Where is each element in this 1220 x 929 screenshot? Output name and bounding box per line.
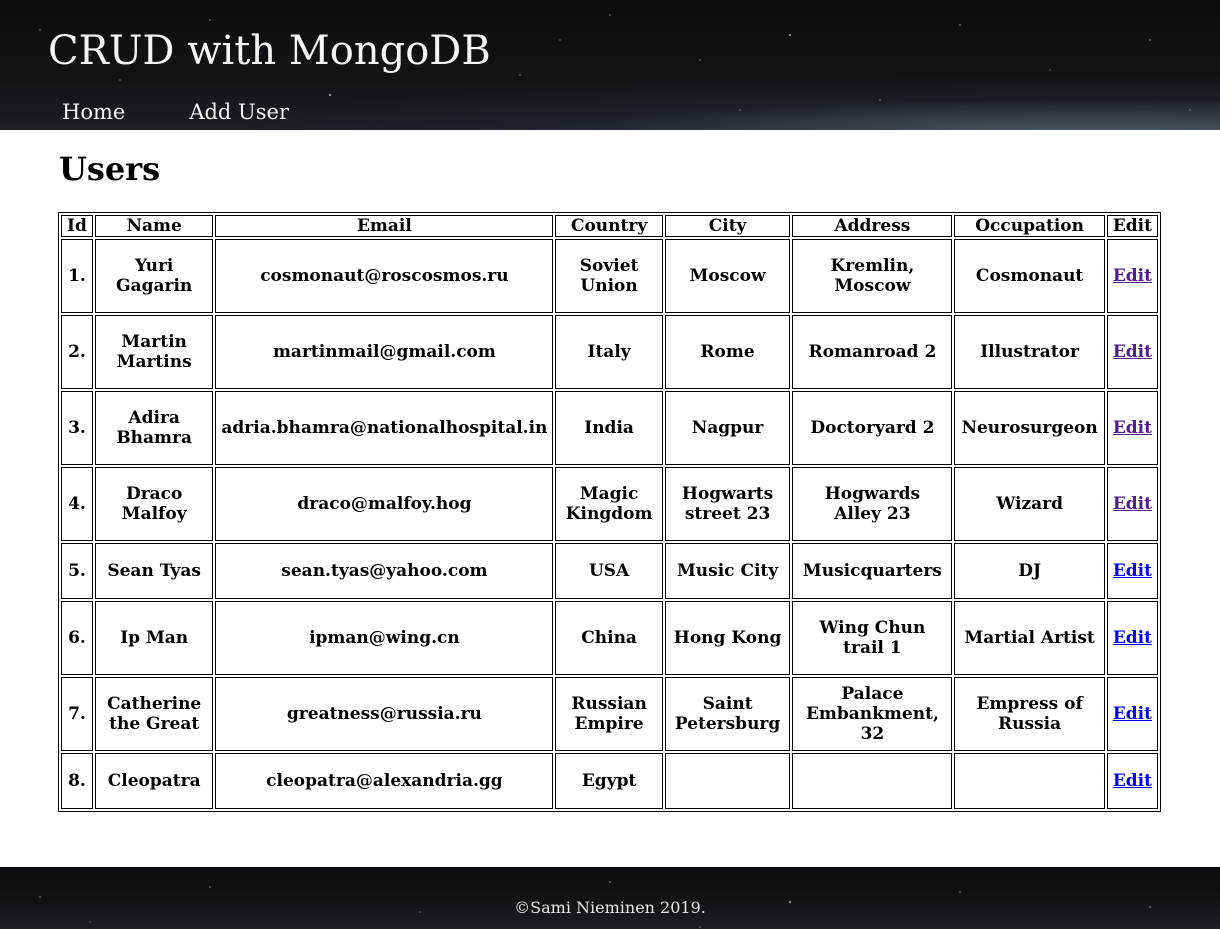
table-row: 8. Cleopatra cleopatra@alexandria.gg Egypt E…: [61, 753, 1158, 809]
user-occupation-cell: Cosmonaut: [954, 239, 1105, 313]
table-row: 5. Sean Tyas sean.tyas@yahoo.com USA Music C…: [61, 543, 1158, 599]
user-name-cell: Sean Tyas: [94, 543, 214, 599]
user-occupation-cell: Neurosurgeon: [954, 391, 1105, 465]
table-row: 7. Catherine the Great greatness@russia.ru…: [61, 677, 1158, 751]
user-occupation-cell: Wizard: [954, 467, 1105, 541]
column-header-address: Address: [792, 215, 953, 237]
user-country-cell: Russian Empire: [555, 677, 663, 751]
user-id-cell: 8.: [61, 753, 93, 809]
edit-user-link[interactable]: Edit: [1113, 561, 1152, 581]
user-edit-cell: Edit: [1106, 239, 1158, 313]
user-id-cell: 5.: [61, 543, 93, 599]
user-id-cell: 6.: [61, 601, 93, 675]
user-email-cell: greatness@russia.ru: [215, 677, 554, 751]
user-city-cell: Nagpur: [664, 391, 791, 465]
column-header-id: Id: [61, 215, 93, 237]
column-header-email: Email: [215, 215, 554, 237]
user-address-cell: Doctoryard 2: [792, 391, 953, 465]
user-occupation-cell: [954, 753, 1105, 809]
edit-user-link[interactable]: Edit: [1113, 704, 1152, 724]
table-row: 2. Martin Martins martinmail@gmail.com Ital…: [61, 315, 1158, 389]
user-address-cell: Wing Chun trail 1: [792, 601, 953, 675]
column-header-name: Name: [94, 215, 214, 237]
table-row: 6. Ip Man ipman@wing.cn China Hong Kong Wing …: [61, 601, 1158, 675]
user-name-cell: Yuri Gagarin: [94, 239, 214, 313]
user-occupation-cell: Martial Artist: [954, 601, 1105, 675]
table-row: 3. Adira Bhamra adria.bhamra@nationalhospi…: [61, 391, 1158, 465]
table-row: 4. Draco Malfoy draco@malfoy.hog Magic King…: [61, 467, 1158, 541]
user-name-cell: Adira Bhamra: [94, 391, 214, 465]
table-header-row: Id Name Email Country City Address Occup…: [61, 215, 1158, 237]
user-edit-cell: Edit: [1106, 753, 1158, 809]
user-country-cell: USA: [555, 543, 663, 599]
user-name-cell: Draco Malfoy: [94, 467, 214, 541]
edit-user-link[interactable]: Edit: [1113, 418, 1152, 438]
nav-home-link[interactable]: Home: [62, 100, 125, 124]
user-country-cell: India: [555, 391, 663, 465]
user-city-cell: Saint Petersburg: [664, 677, 791, 751]
user-email-cell: sean.tyas@yahoo.com: [215, 543, 554, 599]
user-id-cell: 4.: [61, 467, 93, 541]
user-city-cell: Rome: [664, 315, 791, 389]
user-country-cell: Soviet Union: [555, 239, 663, 313]
user-city-cell: Music City: [664, 543, 791, 599]
user-id-cell: 2.: [61, 315, 93, 389]
site-header: CRUD with MongoDB Home Add User: [0, 0, 1220, 130]
column-header-occupation: Occupation: [954, 215, 1105, 237]
edit-user-link[interactable]: Edit: [1113, 342, 1152, 362]
user-city-cell: Hong Kong: [664, 601, 791, 675]
edit-user-link[interactable]: Edit: [1113, 628, 1152, 648]
user-edit-cell: Edit: [1106, 601, 1158, 675]
user-occupation-cell: Empress of Russia: [954, 677, 1105, 751]
copyright-text: ©Sami Nieminen 2019.: [514, 898, 706, 917]
column-header-edit: Edit: [1106, 215, 1158, 237]
user-edit-cell: Edit: [1106, 467, 1158, 541]
user-name-cell: Catherine the Great: [94, 677, 214, 751]
site-title: CRUD with MongoDB: [48, 28, 491, 74]
main-nav: Home Add User: [62, 100, 289, 124]
user-country-cell: Egypt: [555, 753, 663, 809]
user-email-cell: draco@malfoy.hog: [215, 467, 554, 541]
user-edit-cell: Edit: [1106, 315, 1158, 389]
user-country-cell: Italy: [555, 315, 663, 389]
table-row: 1. Yuri Gagarin cosmonaut@roscosmos.ru Sovi…: [61, 239, 1158, 313]
users-table: Id Name Email Country City Address Occup…: [58, 212, 1161, 812]
user-address-cell: Hogwards Alley 23: [792, 467, 953, 541]
user-edit-cell: Edit: [1106, 543, 1158, 599]
user-edit-cell: Edit: [1106, 677, 1158, 751]
edit-user-link[interactable]: Edit: [1113, 771, 1152, 791]
user-id-cell: 1.: [61, 239, 93, 313]
user-city-cell: [664, 753, 791, 809]
user-id-cell: 7.: [61, 677, 93, 751]
user-name-cell: Martin Martins: [94, 315, 214, 389]
nav-add-user-link[interactable]: Add User: [189, 100, 289, 124]
user-address-cell: Palace Embankment, 32: [792, 677, 953, 751]
user-city-cell: Moscow: [664, 239, 791, 313]
user-address-cell: Romanroad 2: [792, 315, 953, 389]
user-address-cell: Kremlin, Moscow: [792, 239, 953, 313]
site-footer: ©Sami Nieminen 2019.: [0, 867, 1220, 929]
user-edit-cell: Edit: [1106, 391, 1158, 465]
user-address-cell: Musicquarters: [792, 543, 953, 599]
user-id-cell: 3.: [61, 391, 93, 465]
user-country-cell: China: [555, 601, 663, 675]
user-name-cell: Ip Man: [94, 601, 214, 675]
user-city-cell: Hogwarts street 23: [664, 467, 791, 541]
edit-user-link[interactable]: Edit: [1113, 266, 1152, 286]
page-title: Users: [59, 150, 161, 188]
user-email-cell: ipman@wing.cn: [215, 601, 554, 675]
user-occupation-cell: DJ: [954, 543, 1105, 599]
users-table-body: 1. Yuri Gagarin cosmonaut@roscosmos.ru Sovi…: [61, 239, 1158, 809]
column-header-country: Country: [555, 215, 663, 237]
user-name-cell: Cleopatra: [94, 753, 214, 809]
user-email-cell: cosmonaut@roscosmos.ru: [215, 239, 554, 313]
user-email-cell: adria.bhamra@nationalhospital.in: [215, 391, 554, 465]
user-country-cell: Magic Kingdom: [555, 467, 663, 541]
user-address-cell: [792, 753, 953, 809]
user-occupation-cell: Illustrator: [954, 315, 1105, 389]
column-header-city: City: [664, 215, 791, 237]
user-email-cell: martinmail@gmail.com: [215, 315, 554, 389]
user-email-cell: cleopatra@alexandria.gg: [215, 753, 554, 809]
edit-user-link[interactable]: Edit: [1113, 494, 1152, 514]
